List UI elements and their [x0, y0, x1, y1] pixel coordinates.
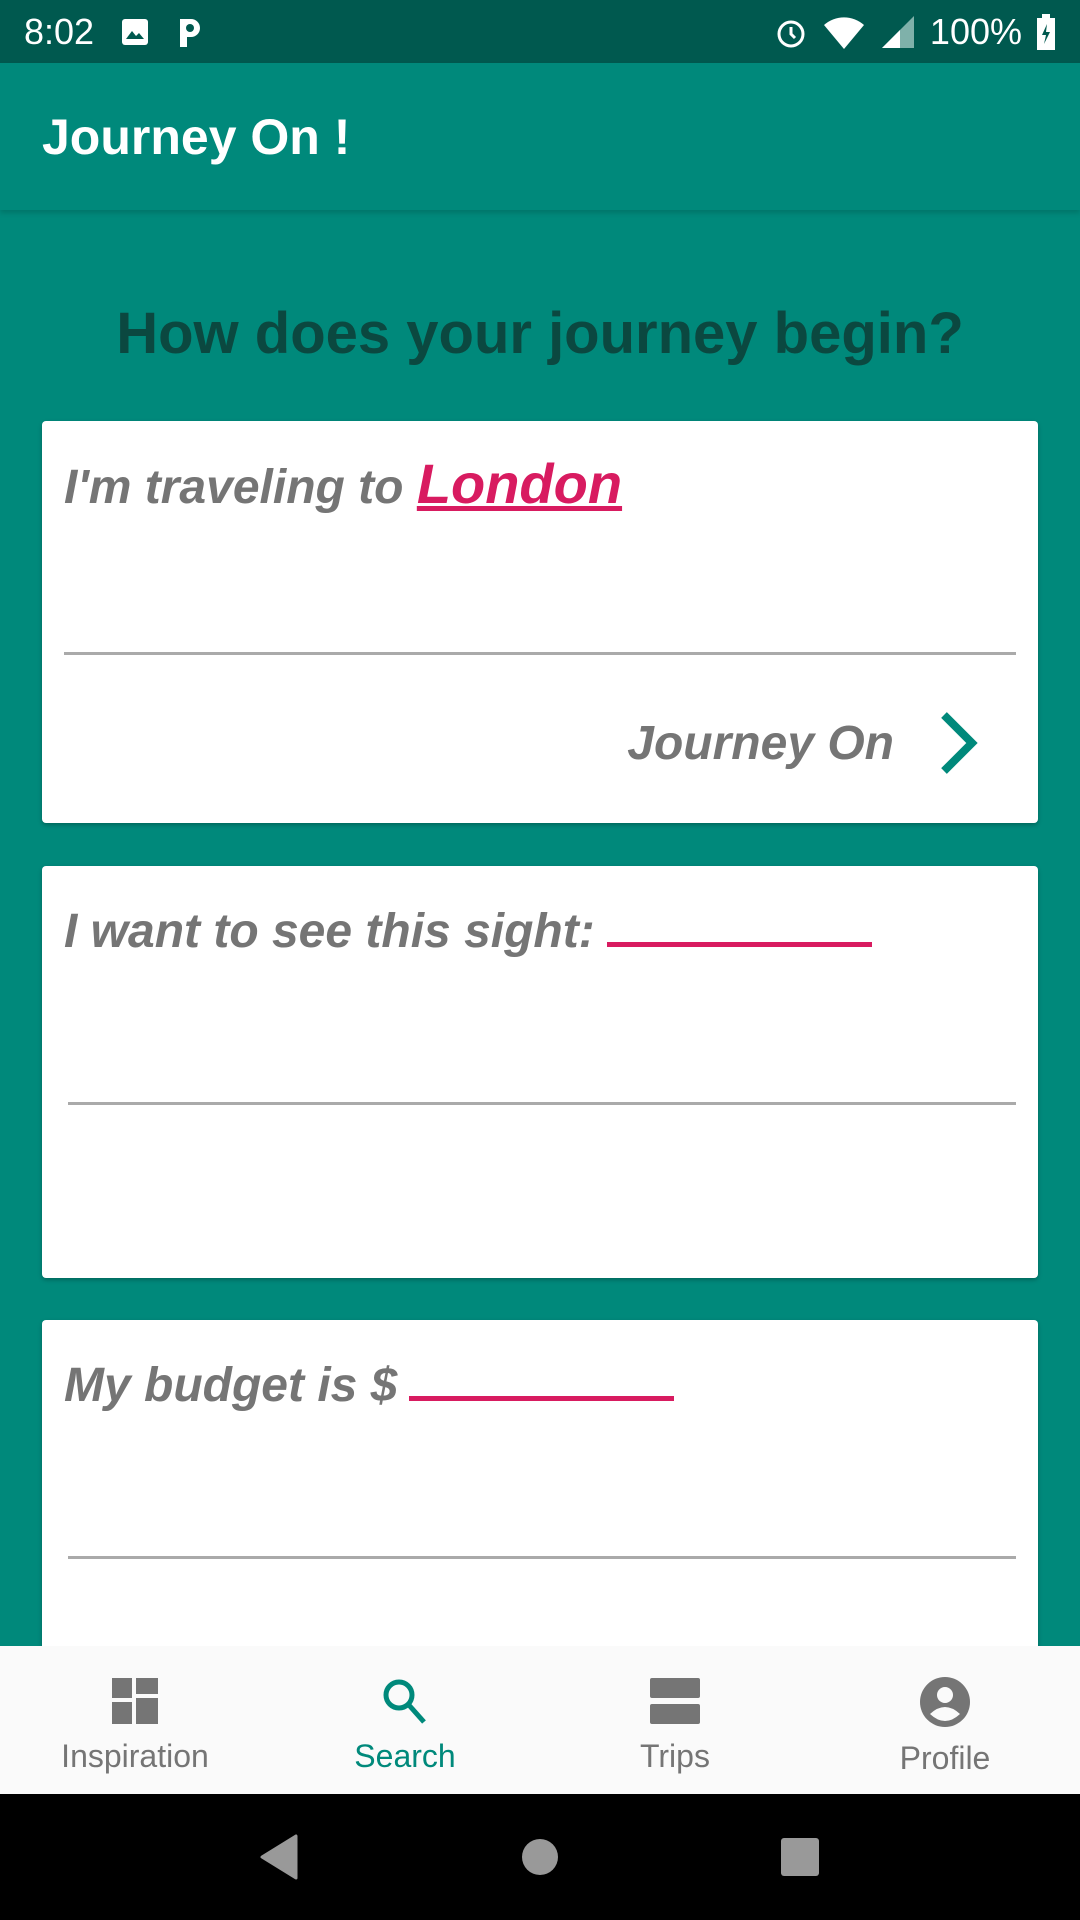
- app-bar: Journey On !: [0, 63, 1080, 210]
- nav-trips[interactable]: Trips: [540, 1646, 810, 1794]
- dashboard-icon: [112, 1678, 158, 1724]
- recents-icon[interactable]: [780, 1837, 820, 1877]
- journey-on-label: Journey On: [627, 716, 894, 770]
- search-icon: [383, 1679, 426, 1724]
- page-heading: How does your journey begin?: [116, 301, 964, 366]
- nav-label: Search: [354, 1738, 456, 1774]
- nav-label: Trips: [640, 1738, 710, 1774]
- status-bar: 8:02 100%: [0, 0, 1080, 63]
- image-notification-icon: [122, 18, 149, 45]
- battery-percent: 100%: [929, 10, 1022, 52]
- budget-input-line[interactable]: [68, 1556, 1016, 1559]
- sight-input-line[interactable]: [68, 1102, 1016, 1105]
- budget-blank[interactable]: [409, 1396, 675, 1401]
- wifi-icon: [823, 16, 864, 49]
- signal-icon: [881, 15, 914, 48]
- nav-label: Profile: [899, 1740, 991, 1776]
- destination-value[interactable]: London: [417, 452, 622, 515]
- trips-icon: [650, 1678, 700, 1724]
- account-circle-icon: [920, 1677, 970, 1727]
- budget-prompt: My budget is $: [64, 1359, 398, 1412]
- journey-on-button[interactable]: Journey On: [627, 711, 978, 775]
- sight-prompt: I want to see this sight:: [64, 905, 595, 958]
- back-icon[interactable]: [260, 1834, 300, 1880]
- system-navigation-bar: [0, 1794, 1080, 1920]
- sight-card: I want to see this sight:: [42, 866, 1038, 1278]
- nav-profile[interactable]: Profile: [810, 1646, 1080, 1794]
- sight-blank[interactable]: [606, 942, 872, 947]
- destination-input-line[interactable]: [64, 652, 1016, 655]
- nav-inspiration[interactable]: Inspiration: [0, 1646, 270, 1794]
- alarm-icon: [777, 20, 805, 47]
- parking-notification-icon: [180, 18, 201, 47]
- chevron-right-icon: [941, 712, 978, 774]
- destination-prompt: I'm traveling to: [64, 461, 404, 514]
- clock: 8:02: [24, 10, 95, 52]
- home-icon[interactable]: [520, 1837, 560, 1877]
- bottom-navigation: Inspiration Search Trips Profile: [0, 1646, 1080, 1794]
- nav-search[interactable]: Search: [270, 1646, 540, 1794]
- nav-label: Inspiration: [61, 1738, 209, 1774]
- destination-card: I'm traveling to London Journey On: [42, 421, 1038, 823]
- battery-charging-icon: [1037, 13, 1055, 50]
- app-title: Journey On !: [42, 108, 351, 165]
